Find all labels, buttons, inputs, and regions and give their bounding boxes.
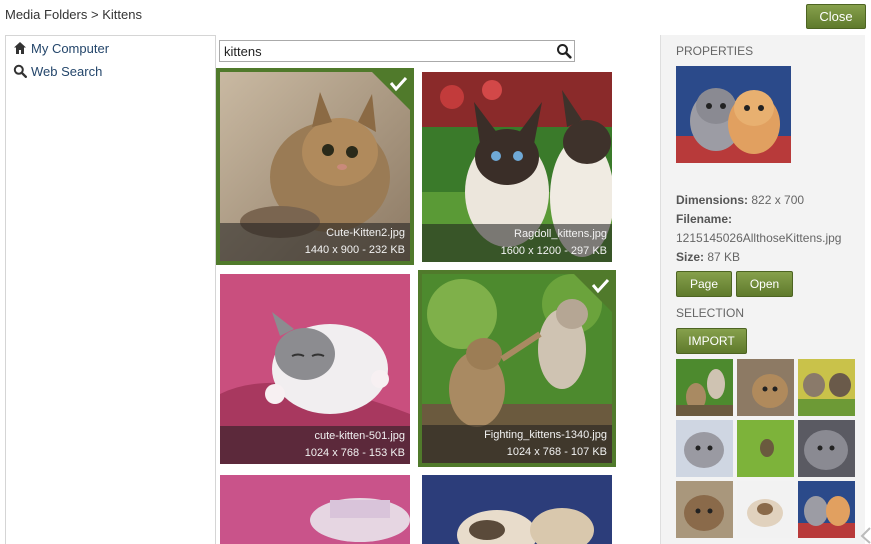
breadcrumb-separator: > [91, 7, 99, 22]
file-meta: 1024 x 768 - 153 KB [304, 447, 405, 459]
result-tile[interactable]: Fighting_kittens-1340.jpg 1024 x 768 - 1… [418, 270, 616, 467]
filename-value: 1215145026AllthoseKittens.jpg [676, 231, 842, 245]
kitten-image [422, 475, 612, 544]
file-name: Cute-Kitten2.jpg [326, 227, 405, 239]
home-icon [13, 41, 27, 55]
file-meta: 1024 x 768 - 107 KB [506, 446, 607, 458]
search-icon[interactable] [556, 43, 572, 59]
open-button[interactable]: Open [736, 271, 793, 297]
selection-thumbnail[interactable] [737, 359, 794, 416]
results-area: Cute-Kitten2.jpg 1440 x 900 - 232 KB Rag… [216, 35, 660, 544]
result-tile[interactable]: cute-kitten-501.jpg 1024 x 768 - 153 KB [220, 274, 410, 464]
breadcrumb: Media Folders > Kittens [5, 7, 142, 22]
selection-thumbnail[interactable] [676, 420, 733, 477]
search-icon [13, 64, 28, 79]
close-button[interactable]: Close [806, 4, 866, 29]
resize-handle-icon[interactable] [858, 526, 871, 544]
page-button[interactable]: Page [676, 271, 732, 297]
nav-item-label: Web Search [31, 63, 103, 79]
selection-heading: SELECTION [676, 306, 745, 320]
import-button[interactable]: IMPORT [676, 328, 747, 354]
result-tile[interactable]: Ragdoll_kittens.jpg 1600 x 1200 - 297 KB [422, 72, 612, 262]
kitten-image [220, 475, 410, 544]
result-tile[interactable]: Cute-Kitten2.jpg 1440 x 900 - 232 KB [216, 68, 414, 265]
breadcrumb-root[interactable]: Media Folders [5, 7, 87, 22]
selection-thumbnail[interactable] [798, 481, 855, 538]
breadcrumb-current: Kittens [102, 7, 142, 22]
size-value: 87 KB [707, 250, 741, 264]
tile-caption: Cute-Kitten2.jpg 1440 x 900 - 232 KB [220, 223, 410, 261]
checkmark-icon [372, 72, 410, 110]
selection-thumbnail[interactable] [676, 481, 733, 538]
search-input[interactable] [224, 43, 544, 59]
top-bar: Media Folders > Kittens Close [0, 0, 871, 34]
size-row: Size: 87 KB [676, 250, 740, 264]
tile-caption: Ragdoll_kittens.jpg 1600 x 1200 - 297 KB [422, 224, 612, 262]
properties-panel: PROPERTIES Dimensions: 822 x 700 Filenam… [660, 35, 865, 544]
result-tile[interactable] [220, 475, 410, 544]
file-name: cute-kitten-501.jpg [314, 430, 406, 442]
selection-thumbnail[interactable] [737, 420, 794, 477]
filename-row: Filename: [676, 212, 732, 226]
source-sidebar: My Computer Web Search [5, 35, 216, 544]
file-meta: 1440 x 900 - 232 KB [304, 244, 405, 256]
selection-thumbnail[interactable] [798, 359, 855, 416]
selection-thumbnail[interactable] [737, 481, 794, 538]
selection-thumbnail[interactable] [798, 420, 855, 477]
result-tile[interactable] [422, 475, 612, 544]
dimensions-label: Dimensions: [676, 193, 749, 207]
size-label: Size: [676, 250, 705, 264]
properties-heading: PROPERTIES [676, 44, 754, 58]
nav-item-web-search[interactable]: Web Search [13, 62, 102, 80]
file-meta: 1600 x 1200 - 297 KB [500, 245, 607, 257]
nav-item-label: My Computer [31, 40, 110, 56]
file-name: Ragdoll_kittens.jpg [514, 228, 607, 240]
file-name: Fighting_kittens-1340.jpg [484, 429, 607, 441]
checkmark-icon [574, 274, 612, 312]
tile-caption: Fighting_kittens-1340.jpg 1024 x 768 - 1… [422, 425, 612, 463]
filename-label: Filename: [676, 212, 733, 226]
selection-thumbnail[interactable] [676, 359, 733, 416]
dimensions-row: Dimensions: 822 x 700 [676, 193, 804, 207]
search-field[interactable] [219, 40, 575, 62]
preview-image [676, 66, 791, 163]
tile-caption: cute-kitten-501.jpg 1024 x 768 - 153 KB [220, 426, 410, 464]
dimensions-value: 822 x 700 [751, 193, 805, 207]
nav-item-my-computer[interactable]: My Computer [13, 39, 109, 57]
